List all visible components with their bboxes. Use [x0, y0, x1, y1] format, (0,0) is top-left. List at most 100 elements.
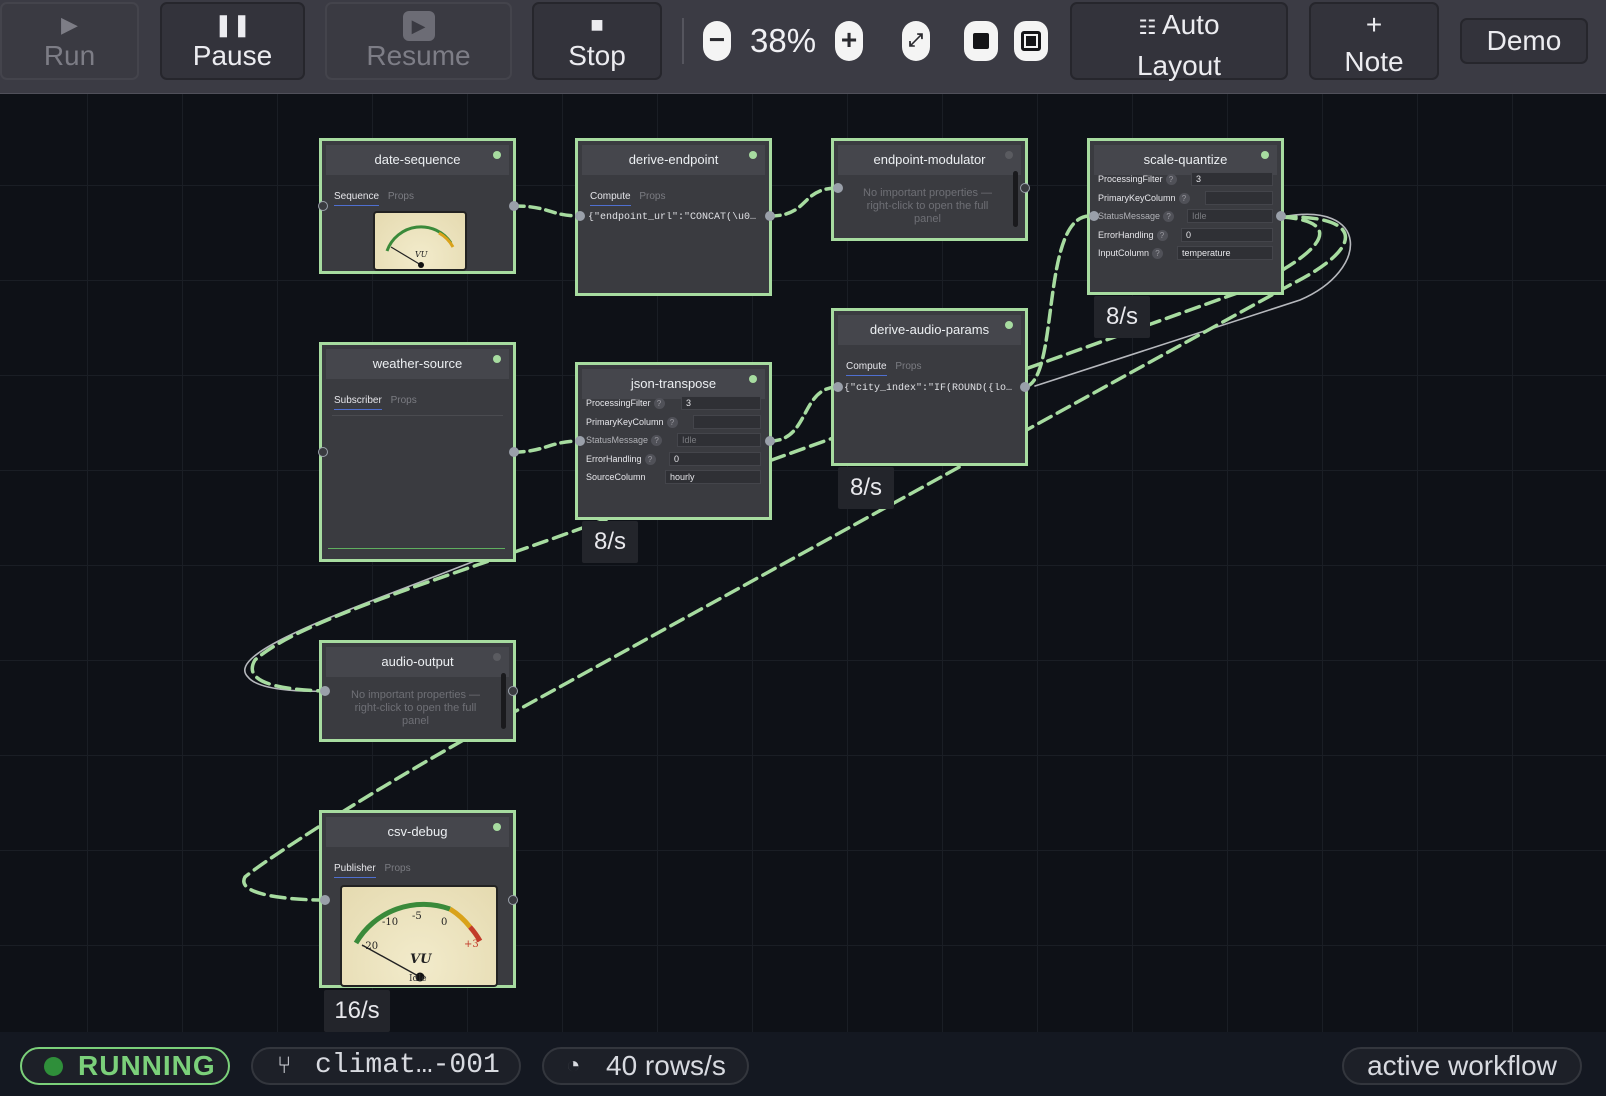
- output-port[interactable]: [1020, 382, 1030, 392]
- node-title: endpoint-modulator: [838, 145, 1021, 175]
- output-port[interactable]: [508, 686, 518, 696]
- input-port[interactable]: [320, 686, 330, 696]
- input-port[interactable]: [575, 436, 585, 446]
- input-port[interactable]: [318, 201, 328, 211]
- branch-icon: ⑂: [277, 1052, 292, 1079]
- auto-layout-button[interactable]: ☷ Auto Layout: [1070, 2, 1288, 81]
- tab-props[interactable]: Props: [391, 395, 417, 409]
- run-button[interactable]: ▶ Run: [0, 2, 139, 80]
- zoom-level: 38%: [750, 22, 817, 59]
- input-port[interactable]: [320, 895, 330, 905]
- status-dot: [1005, 151, 1013, 159]
- help-icon[interactable]: ?: [1156, 229, 1168, 241]
- output-port[interactable]: [508, 895, 518, 905]
- status-led-icon: [44, 1057, 63, 1076]
- node-date-sequence[interactable]: date-sequence Sequence Props VU: [319, 138, 516, 274]
- input-port[interactable]: [833, 382, 843, 392]
- add-note-button[interactable]: + Note: [1309, 2, 1439, 80]
- node-derive-audio-params[interactable]: derive-audio-params Compute Props {"city…: [831, 308, 1028, 466]
- pause-button[interactable]: ❚❚ Pause: [160, 2, 305, 80]
- status-bar: RUNNING ⑂ climat…-001 ◔ 40 rows/s active…: [0, 1032, 1606, 1096]
- tab-props[interactable]: Props: [895, 361, 921, 375]
- prop-value-input[interactable]: [693, 414, 761, 429]
- node-csv-debug[interactable]: csv-debug Publisher Props -20 -10 -5 0 +…: [319, 810, 516, 988]
- node-scale-quantize[interactable]: scale-quantize ProcessingFilter? 3 Primar…: [1087, 138, 1284, 295]
- status-dot: [749, 151, 757, 159]
- resume-button[interactable]: ▶ Resume: [325, 2, 512, 80]
- tab-subscriber[interactable]: Subscriber: [334, 395, 382, 410]
- node-title: audio-output: [326, 647, 509, 677]
- square-icon: [973, 33, 989, 49]
- output-port[interactable]: [765, 436, 775, 446]
- prop-row: StatusMessage? Idle: [1098, 208, 1273, 227]
- status-dot: [749, 375, 757, 383]
- input-port[interactable]: [1089, 211, 1099, 221]
- prop-value-input[interactable]: hourly: [665, 470, 761, 484]
- status-dot: [493, 355, 501, 363]
- pause-icon: ❚❚: [214, 12, 251, 37]
- tab-compute[interactable]: Compute: [590, 191, 631, 206]
- input-port[interactable]: [833, 183, 843, 193]
- empty-properties-note: No important properties — right-click to…: [351, 689, 480, 727]
- toolbar-divider: [682, 18, 684, 64]
- tab-underline: [332, 415, 503, 416]
- input-port[interactable]: [318, 447, 328, 457]
- throughput-badge: 8/s: [1094, 296, 1150, 338]
- tab-sequence[interactable]: Sequence: [334, 191, 380, 206]
- zoom-out-icon: −: [708, 24, 726, 55]
- help-icon[interactable]: ?: [666, 416, 678, 428]
- stop-button[interactable]: ■ Stop: [532, 2, 662, 80]
- prop-value-input[interactable]: [1205, 190, 1273, 205]
- output-port[interactable]: [765, 211, 775, 221]
- output-port[interactable]: [509, 201, 519, 211]
- vu-meter: VU: [373, 211, 467, 271]
- scrollbar[interactable]: [501, 673, 506, 729]
- square-button[interactable]: [964, 21, 998, 61]
- scrollbar[interactable]: [1013, 171, 1018, 227]
- prop-value-input[interactable]: 3: [1191, 172, 1273, 186]
- prop-value-input[interactable]: 3: [681, 396, 761, 410]
- output-port[interactable]: [1276, 211, 1286, 221]
- prop-value-input[interactable]: 0: [1181, 227, 1273, 242]
- output-port[interactable]: [1020, 183, 1030, 193]
- node-audio-output[interactable]: audio-output No important properties — r…: [319, 640, 516, 742]
- meter-scale-label: -20: [362, 941, 378, 952]
- fit-view-button[interactable]: ⤢: [902, 21, 930, 61]
- properties-table: ProcessingFilter? 3 PrimaryKeyColumn? Sta…: [586, 395, 761, 488]
- throughput-badge: 16/s: [324, 990, 390, 1032]
- workflow-canvas[interactable]: [0, 94, 1606, 1032]
- prop-row: PrimaryKeyColumn?: [1098, 190, 1273, 209]
- workflow-selector[interactable]: ⑂ climat…-001: [251, 1047, 521, 1085]
- output-port[interactable]: [509, 447, 519, 457]
- tab-props[interactable]: Props: [639, 191, 665, 205]
- help-icon[interactable]: ?: [653, 398, 665, 409]
- node-endpoint-modulator[interactable]: endpoint-modulator No important properti…: [831, 138, 1028, 241]
- zoom-out-button[interactable]: −: [703, 21, 731, 61]
- prop-value-input[interactable]: 0: [669, 451, 761, 466]
- help-icon[interactable]: ?: [644, 453, 656, 465]
- tab-compute[interactable]: Compute: [846, 361, 887, 376]
- tab-props[interactable]: Props: [388, 191, 414, 205]
- status-dot: [493, 151, 501, 159]
- prop-value-input[interactable]: Idle: [1187, 209, 1273, 223]
- node-weather-source[interactable]: weather-source Subscriber Props: [319, 342, 516, 562]
- help-icon[interactable]: ?: [1152, 248, 1164, 259]
- tab-publisher[interactable]: Publisher: [334, 863, 376, 878]
- help-icon[interactable]: ?: [1165, 174, 1177, 185]
- demo-button[interactable]: Demo: [1460, 18, 1588, 64]
- input-port[interactable]: [575, 211, 585, 221]
- node-title: derive-audio-params: [838, 315, 1021, 345]
- node-json-transpose[interactable]: json-transpose ProcessingFilter? 3 Primar…: [575, 362, 772, 520]
- node-derive-endpoint[interactable]: derive-endpoint Compute Props {"endpoint…: [575, 138, 772, 296]
- help-icon[interactable]: ?: [1163, 211, 1175, 222]
- prop-value-input[interactable]: Idle: [677, 433, 761, 447]
- tab-props[interactable]: Props: [384, 863, 410, 877]
- prop-value-input[interactable]: temperature: [1177, 246, 1273, 260]
- help-icon[interactable]: ?: [651, 435, 663, 446]
- frame-button[interactable]: [1014, 21, 1048, 61]
- auto-layout-icon: ☷: [1138, 17, 1162, 39]
- zoom-in-button[interactable]: +: [835, 21, 863, 61]
- prop-row: PrimaryKeyColumn?: [586, 414, 761, 433]
- status-dot: [493, 653, 501, 661]
- help-icon[interactable]: ?: [1178, 192, 1190, 204]
